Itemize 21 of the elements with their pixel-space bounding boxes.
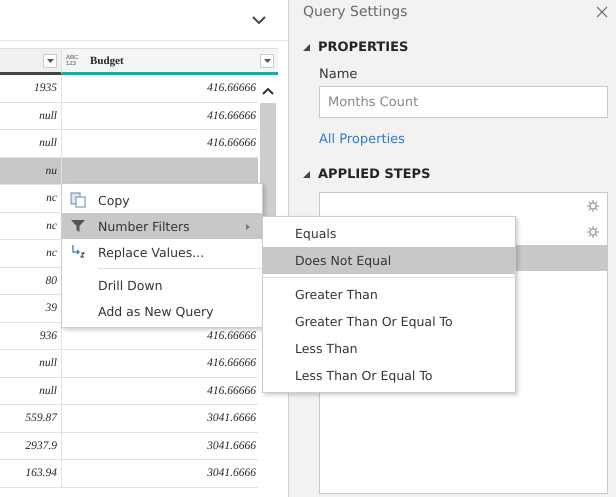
- table-cell-text: 3041.6666: [206, 411, 257, 426]
- section-heading: APPLIED STEPS: [318, 167, 430, 182]
- table-cell-text: 416.66666: [206, 108, 257, 124]
- panel-title: Query Settings: [303, 4, 408, 20]
- table-cell-text: 416.66666: [206, 356, 257, 371]
- table-cell: null: [0, 130, 62, 156]
- table-cell: null: [0, 350, 62, 376]
- table-cell-text: 416.66666: [206, 328, 257, 344]
- table-cell: 2937.9: [0, 432, 62, 459]
- table-cell-text: 416.66666: [206, 384, 257, 398]
- table-cell: 163.94: [0, 460, 62, 486]
- table-cell-text: 416.66666: [206, 136, 257, 151]
- table-cell-text: 416.66666: [206, 81, 257, 96]
- table-cell-text: 3041.6666: [206, 438, 257, 454]
- table-cell: 1935: [0, 75, 62, 102]
- table-cell-text: 3041.6666: [206, 466, 257, 481]
- table-cell: null: [0, 102, 62, 129]
- field-label: Name: [319, 67, 358, 82]
- table-cell: 559.87: [0, 405, 62, 432]
- table-cell: null: [0, 378, 62, 404]
- section-heading: PROPERTIES: [318, 40, 408, 55]
